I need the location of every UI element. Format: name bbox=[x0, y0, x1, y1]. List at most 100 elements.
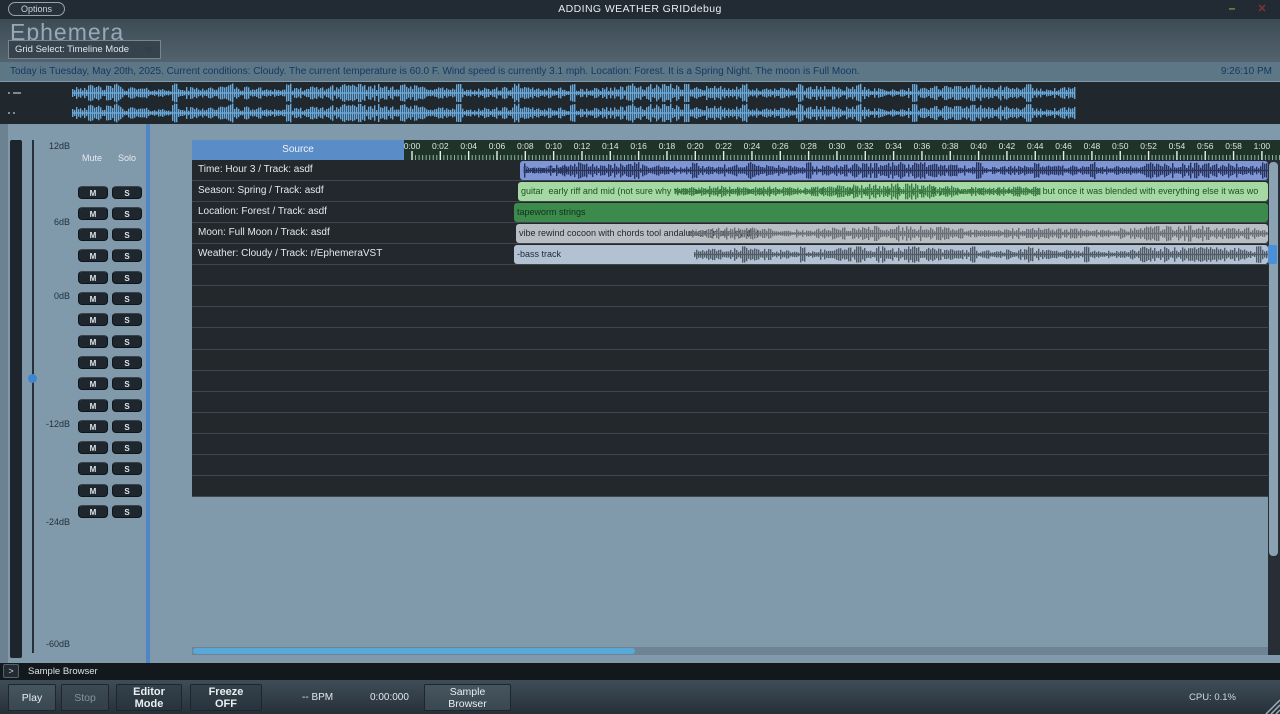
mute-button-ch11[interactable]: M bbox=[78, 399, 108, 412]
mute-button-ch9[interactable]: M bbox=[78, 356, 108, 369]
timeline-grid-row[interactable] bbox=[404, 265, 1268, 286]
ruler-time-label: 0:14 bbox=[595, 141, 625, 151]
mute-button-ch1[interactable]: M bbox=[78, 186, 108, 199]
mixer-divider bbox=[146, 124, 150, 663]
minimize-icon[interactable]: – bbox=[1224, 0, 1240, 19]
vertical-scrollbar-thumb[interactable] bbox=[1269, 162, 1278, 556]
solo-button-ch6[interactable]: S bbox=[112, 292, 142, 305]
mute-button-ch15[interactable]: M bbox=[78, 484, 108, 497]
timeline-grid-row[interactable] bbox=[404, 328, 1268, 349]
clip-label: Drum Track bbox=[523, 161, 1267, 180]
stop-button[interactable]: Stop bbox=[61, 684, 109, 711]
timeline-grid-row[interactable] bbox=[404, 413, 1268, 434]
db-scale-label: -24dB bbox=[24, 517, 70, 527]
solo-column-header: Solo bbox=[107, 153, 147, 163]
mute-button-ch13[interactable]: M bbox=[78, 441, 108, 454]
track-row-empty[interactable] bbox=[192, 328, 404, 349]
solo-button-ch16[interactable]: S bbox=[112, 505, 142, 518]
track-row-empty[interactable] bbox=[192, 434, 404, 455]
timeline-ruler[interactable]: 0:000:020:040:060:080:100:120:140:160:18… bbox=[404, 140, 1280, 160]
audio-clip-2[interactable]: guitar early riff and mid (not sure why … bbox=[518, 182, 1268, 201]
clip-label: -bass track bbox=[517, 245, 1267, 264]
track-row-empty[interactable] bbox=[192, 350, 404, 371]
track-row-empty[interactable] bbox=[192, 413, 404, 434]
ruler-time-label: 0:22 bbox=[709, 141, 739, 151]
audio-clip-3[interactable]: tapeworm strings bbox=[514, 203, 1268, 222]
window-title: ADDING WEATHER GRIDdebug bbox=[0, 0, 1280, 19]
track-row-empty[interactable] bbox=[192, 307, 404, 328]
timeline-grid-row[interactable] bbox=[404, 434, 1268, 455]
timeline-grid-row[interactable] bbox=[404, 371, 1268, 392]
ruler-time-label: 0:04 bbox=[454, 141, 484, 151]
solo-button-ch14[interactable]: S bbox=[112, 462, 142, 475]
solo-button-ch2[interactable]: S bbox=[112, 207, 142, 220]
track-row-empty[interactable] bbox=[192, 476, 404, 497]
ruler-time-label: 0:50 bbox=[1105, 141, 1135, 151]
mute-button-ch2[interactable]: M bbox=[78, 207, 108, 220]
solo-button-ch9[interactable]: S bbox=[112, 356, 142, 369]
app-header: Ephemera Grid Select: Timeline Mode bbox=[0, 19, 1280, 62]
solo-button-ch11[interactable]: S bbox=[112, 399, 142, 412]
sample-browser-button[interactable]: Sample Browser bbox=[424, 684, 511, 711]
ruler-time-label: 0:06 bbox=[482, 141, 512, 151]
track-row-empty[interactable] bbox=[192, 265, 404, 286]
solo-button-ch4[interactable]: S bbox=[112, 249, 142, 262]
mute-button-ch14[interactable]: M bbox=[78, 462, 108, 475]
db-scale-label: 0dB bbox=[24, 291, 70, 301]
mute-button-ch7[interactable]: M bbox=[78, 313, 108, 326]
mute-button-ch3[interactable]: M bbox=[78, 228, 108, 241]
track-row-empty[interactable] bbox=[192, 286, 404, 307]
mute-button-ch4[interactable]: M bbox=[78, 249, 108, 262]
audio-clip-1[interactable]: Drum Track bbox=[520, 161, 1268, 180]
mute-button-ch6[interactable]: M bbox=[78, 292, 108, 305]
solo-button-ch13[interactable]: S bbox=[112, 441, 142, 454]
horizontal-scrollbar-thumb[interactable] bbox=[193, 648, 635, 654]
freeze-button[interactable]: Freeze OFF bbox=[190, 684, 262, 711]
track-row-empty[interactable] bbox=[192, 455, 404, 476]
audio-clip-5[interactable]: -bass track bbox=[514, 245, 1268, 264]
track-row-empty[interactable] bbox=[192, 392, 404, 413]
ruler-time-label: 1:02 bbox=[1275, 141, 1280, 151]
mute-button-ch5[interactable]: M bbox=[78, 271, 108, 284]
track-row-source-1[interactable]: Time: Hour 3 / Track: asdf bbox=[192, 160, 404, 181]
mute-button-ch16[interactable]: M bbox=[78, 505, 108, 518]
timeline-grid-row[interactable] bbox=[404, 286, 1268, 307]
mute-button-ch8[interactable]: M bbox=[78, 335, 108, 348]
close-icon[interactable]: ✕ bbox=[1254, 0, 1270, 19]
timeline-grid-row[interactable] bbox=[404, 476, 1268, 497]
resize-grip-icon[interactable] bbox=[1262, 696, 1280, 714]
ruler-time-label: 0:00 bbox=[404, 141, 427, 151]
timeline-grid-row[interactable] bbox=[404, 350, 1268, 371]
audio-clip-4[interactable]: vibe rewind cocoon with chords tool anda… bbox=[516, 224, 1268, 243]
timeline-grid-row[interactable] bbox=[404, 455, 1268, 476]
db-scale-label: 6dB bbox=[24, 217, 70, 227]
chevron-down-icon bbox=[143, 47, 155, 54]
solo-button-ch1[interactable]: S bbox=[112, 186, 142, 199]
transport-bar: Play Stop Editor Mode Freeze OFF -- BPM … bbox=[0, 680, 1280, 714]
solo-button-ch15[interactable]: S bbox=[112, 484, 142, 497]
clip-edge-handle[interactable] bbox=[1268, 245, 1277, 264]
grid-select-dropdown[interactable]: Grid Select: Timeline Mode bbox=[8, 40, 161, 59]
solo-button-ch8[interactable]: S bbox=[112, 335, 142, 348]
track-row-source-2[interactable]: Season: Spring / Track: asdf bbox=[192, 181, 404, 202]
editor-mode-button[interactable]: Editor Mode bbox=[116, 684, 182, 711]
ruler-time-label: 0:32 bbox=[850, 141, 880, 151]
timeline-grid-row[interactable] bbox=[404, 307, 1268, 328]
sample-browser-expand-button[interactable]: > bbox=[3, 664, 19, 678]
play-button[interactable]: Play bbox=[8, 684, 56, 711]
overview-waveform[interactable] bbox=[0, 82, 1280, 124]
master-fader-handle[interactable] bbox=[28, 374, 37, 383]
track-row-source-5[interactable]: Weather: Cloudy / Track: r/EphemeraVST bbox=[192, 244, 404, 265]
track-row-empty[interactable] bbox=[192, 371, 404, 392]
track-row-source-4[interactable]: Moon: Full Moon / Track: asdf bbox=[192, 223, 404, 244]
solo-button-ch10[interactable]: S bbox=[112, 377, 142, 390]
solo-button-ch7[interactable]: S bbox=[112, 313, 142, 326]
mute-button-ch10[interactable]: M bbox=[78, 377, 108, 390]
mute-button-ch12[interactable]: M bbox=[78, 420, 108, 433]
solo-button-ch12[interactable]: S bbox=[112, 420, 142, 433]
timeline-grid-row[interactable] bbox=[404, 392, 1268, 413]
track-row-source-3[interactable]: Location: Forest / Track: asdf bbox=[192, 202, 404, 223]
solo-button-ch5[interactable]: S bbox=[112, 271, 142, 284]
solo-button-ch3[interactable]: S bbox=[112, 228, 142, 241]
ruler-time-label: 0:36 bbox=[907, 141, 937, 151]
